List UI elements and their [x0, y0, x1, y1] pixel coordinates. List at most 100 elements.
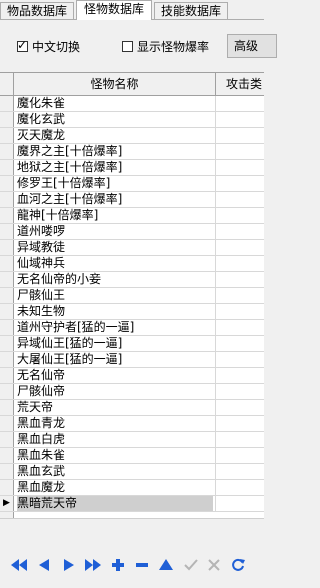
- horizontal-scrollbar[interactable]: [0, 518, 264, 531]
- prior-icon[interactable]: [35, 556, 53, 574]
- row-indicator[interactable]: [0, 320, 14, 335]
- table-row[interactable]: 异域仙王[猛的一逼]: [0, 336, 264, 352]
- tab-monster-database[interactable]: 怪物数据库: [76, 0, 152, 20]
- table-row[interactable]: ▶ 黑暗荒天帝: [0, 496, 264, 512]
- row-indicator[interactable]: [0, 192, 14, 207]
- row-indicator[interactable]: [0, 144, 14, 159]
- monster-name-cell[interactable]: 龍神[十倍爆率]: [17, 208, 213, 223]
- first-icon[interactable]: [10, 556, 28, 574]
- monster-name-cell[interactable]: 灭天魔龙: [17, 128, 213, 143]
- monster-name-cell[interactable]: 异域教徒: [17, 240, 213, 255]
- row-indicator[interactable]: [0, 256, 14, 271]
- row-indicator[interactable]: [0, 96, 14, 111]
- row-indicator[interactable]: [0, 368, 14, 383]
- column-header-attack-type[interactable]: 攻击类: [216, 73, 264, 95]
- row-indicator[interactable]: [0, 160, 14, 175]
- monster-name-cell[interactable]: 黑血玄武: [17, 464, 213, 479]
- show-drop-rate-checkbox[interactable]: 显示怪物爆率: [122, 39, 209, 54]
- table-row[interactable]: 黑血白虎: [0, 432, 264, 448]
- checkbox-box[interactable]: ✓: [17, 38, 28, 52]
- table-row[interactable]: 黑血魔龙: [0, 480, 264, 496]
- row-indicator[interactable]: [0, 352, 14, 367]
- table-row[interactable]: 修罗王[十倍爆率]: [0, 176, 264, 192]
- table-row[interactable]: 异域教徒: [0, 240, 264, 256]
- table-row[interactable]: 魔界之主[十倍爆率]: [0, 144, 264, 160]
- checkbox-box[interactable]: [122, 40, 133, 52]
- row-indicator[interactable]: [0, 176, 14, 191]
- row-indicator[interactable]: [0, 400, 14, 415]
- table-row[interactable]: 黑血朱雀: [0, 448, 264, 464]
- insert-icon[interactable]: [109, 556, 127, 574]
- table-row[interactable]: 道州守护者[猛的一逼]: [0, 320, 264, 336]
- row-indicator[interactable]: [0, 288, 14, 303]
- monster-name-cell[interactable]: 道州守护者[猛的一逼]: [17, 320, 213, 335]
- row-indicator[interactable]: [0, 432, 14, 447]
- table-row[interactable]: 魔化朱雀: [0, 96, 264, 112]
- monster-name-cell[interactable]: 黑血朱雀: [17, 448, 213, 463]
- monster-name-cell[interactable]: 血河之主[十倍爆率]: [17, 192, 213, 207]
- toolbar: ✓ 中文切换 显示怪物爆率 高级: [0, 20, 277, 72]
- table-row[interactable]: 仙域神兵: [0, 256, 264, 272]
- advanced-button[interactable]: 高级: [227, 34, 277, 58]
- next-icon[interactable]: [60, 556, 78, 574]
- monster-name-cell[interactable]: 未知生物: [17, 304, 213, 319]
- row-indicator[interactable]: [0, 384, 14, 399]
- monster-name-cell[interactable]: 魔界之主[十倍爆率]: [17, 144, 213, 159]
- table-row[interactable]: 灭天魔龙: [0, 128, 264, 144]
- row-indicator[interactable]: [0, 240, 14, 255]
- table-row[interactable]: 龍神[十倍爆率]: [0, 208, 264, 224]
- row-indicator[interactable]: [0, 448, 14, 463]
- table-row[interactable]: 地狱之主[十倍爆率]: [0, 160, 264, 176]
- row-indicator[interactable]: [0, 272, 14, 287]
- column-divider: [215, 352, 216, 367]
- row-indicator[interactable]: [0, 224, 14, 239]
- last-icon[interactable]: [84, 556, 102, 574]
- table-row[interactable]: 未知生物: [0, 304, 264, 320]
- monster-name-cell[interactable]: 大屠仙王[猛的一逼]: [17, 352, 213, 367]
- column-header-monster-name[interactable]: 怪物名称: [14, 73, 216, 95]
- table-row[interactable]: 黑血青龙: [0, 416, 264, 432]
- monster-name-cell[interactable]: 魔化朱雀: [17, 96, 213, 111]
- edit-icon[interactable]: [157, 556, 175, 574]
- table-row[interactable]: 尸骸仙王: [0, 288, 264, 304]
- tab-item-database[interactable]: 物品数据库: [0, 2, 74, 19]
- monster-name-cell[interactable]: 尸骸仙帝: [17, 384, 213, 399]
- monster-name-cell[interactable]: 异域仙王[猛的一逼]: [17, 336, 213, 351]
- delete-icon[interactable]: [133, 556, 151, 574]
- monster-name-cell[interactable]: 地狱之主[十倍爆率]: [17, 160, 213, 175]
- monster-name-cell[interactable]: 尸骸仙王: [17, 288, 213, 303]
- row-indicator[interactable]: ▶: [0, 496, 14, 511]
- monster-name-cell[interactable]: 荒天帝: [17, 400, 213, 415]
- monster-name-cell[interactable]: 仙域神兵: [17, 256, 213, 271]
- monster-name-cell[interactable]: 黑血魔龙: [17, 480, 213, 495]
- monster-name-cell[interactable]: 魔化玄武: [17, 112, 213, 127]
- row-indicator[interactable]: [0, 304, 14, 319]
- row-indicator[interactable]: [0, 128, 14, 143]
- monster-grid[interactable]: 怪物名称 攻击类 魔化朱雀 魔化玄武 灭天魔龙 魔界之主[十倍爆率] 地狱之主[十倍爆率…: [0, 72, 264, 519]
- refresh-icon[interactable]: [229, 556, 247, 574]
- monster-name-cell[interactable]: 无名仙帝: [17, 368, 213, 383]
- row-indicator[interactable]: [0, 464, 14, 479]
- monster-name-cell[interactable]: 黑暗荒天帝: [17, 496, 213, 511]
- monster-name-cell[interactable]: 修罗王[十倍爆率]: [17, 176, 213, 191]
- monster-name-cell[interactable]: 黑血青龙: [17, 416, 213, 431]
- row-indicator[interactable]: [0, 336, 14, 351]
- chinese-switch-checkbox[interactable]: ✓ 中文切换: [17, 38, 80, 54]
- tab-skill-database[interactable]: 技能数据库: [154, 2, 228, 19]
- table-row[interactable]: 魔化玄武: [0, 112, 264, 128]
- row-indicator[interactable]: [0, 112, 14, 127]
- monster-name-cell[interactable]: 黑血白虎: [17, 432, 213, 447]
- table-row[interactable]: 大屠仙王[猛的一逼]: [0, 352, 264, 368]
- table-row[interactable]: 道州喽啰: [0, 224, 264, 240]
- row-indicator[interactable]: [0, 416, 14, 431]
- table-row[interactable]: 黑血玄武: [0, 464, 264, 480]
- row-indicator[interactable]: [0, 480, 14, 495]
- table-row[interactable]: 无名仙帝: [0, 368, 264, 384]
- monster-name-cell[interactable]: 道州喽啰: [17, 224, 213, 239]
- monster-name-cell[interactable]: 无名仙帝的小妾: [17, 272, 213, 287]
- row-indicator[interactable]: [0, 208, 14, 223]
- table-row[interactable]: 血河之主[十倍爆率]: [0, 192, 264, 208]
- table-row[interactable]: 尸骸仙帝: [0, 384, 264, 400]
- table-row[interactable]: 无名仙帝的小妾: [0, 272, 264, 288]
- table-row[interactable]: 荒天帝: [0, 400, 264, 416]
